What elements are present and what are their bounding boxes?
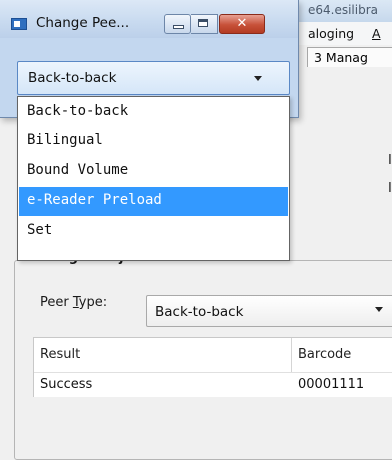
menu-item-a[interactable]: A (372, 26, 381, 41)
maximize-icon (198, 19, 208, 27)
minimize-icon (173, 25, 184, 29)
close-button[interactable]: ✕ (219, 14, 265, 34)
peer-type-label: Peer Type: (40, 295, 108, 310)
peer-type-dropdown[interactable]: Back-to-back (17, 61, 290, 95)
chevron-down-icon (375, 307, 383, 312)
cell-result: Success (40, 377, 93, 392)
tab-manage[interactable]: 3 Manag (307, 47, 392, 67)
selected-peer-type: Back-to-back (28, 70, 117, 86)
results-table: Result Barcode Success 00001111 (33, 337, 392, 397)
table-row[interactable]: Success 00001111 (34, 372, 392, 397)
peer-type-dropdown-list: Back-to-back Bilingual Bound Volume e-Re… (17, 96, 290, 261)
dropdown-option[interactable]: Bound Volume (19, 157, 288, 186)
close-icon: ✕ (236, 16, 248, 31)
dialog-title: Change Pee... (36, 15, 130, 31)
background-window-title: e64.esilibra (308, 3, 379, 17)
menu-item-cataloging[interactable]: aloging (308, 26, 354, 41)
dropdown-option[interactable]: Back-to-back (19, 98, 288, 127)
minimize-button[interactable] (164, 14, 191, 34)
dropdown-option-selected[interactable]: e-Reader Preload (19, 187, 288, 216)
peer-type-select[interactable]: Back-to-back (146, 295, 392, 327)
chevron-down-icon (254, 76, 262, 81)
app-window-icon (11, 18, 27, 30)
column-header-barcode[interactable]: Barcode (292, 338, 392, 372)
cell-barcode: 00001111 (298, 377, 365, 392)
background-text-fragment: I (388, 181, 392, 196)
column-header-result[interactable]: Result (34, 338, 292, 372)
dropdown-option[interactable]: Set (19, 217, 288, 246)
dialog-title-bar[interactable]: Change Pee... ✕ (0, 0, 298, 38)
background-text-fragment: I (388, 153, 392, 168)
dropdown-option[interactable]: Bilingual (19, 127, 288, 156)
peer-type-value: Back-to-back (155, 304, 244, 320)
maximize-button[interactable] (191, 14, 218, 34)
